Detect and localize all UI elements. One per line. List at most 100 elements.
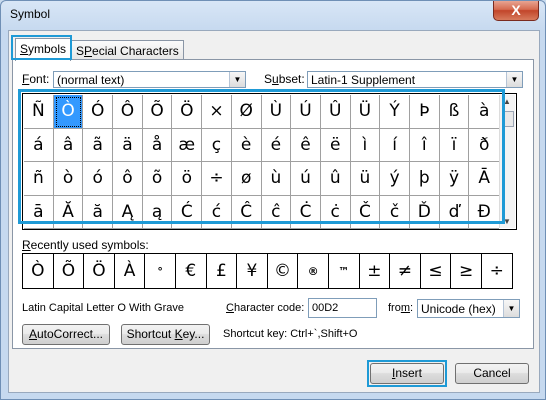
insert-label: nsert <box>395 366 423 380</box>
symbol-cell[interactable]: ê <box>291 128 321 162</box>
close-button[interactable]: X <box>493 1 539 21</box>
symbol-cell[interactable]: ð <box>469 129 499 162</box>
symbol-cell[interactable]: õ <box>142 162 173 196</box>
symbol-cell[interactable]: Ā <box>469 162 499 196</box>
recent-symbol-cell[interactable]: ± <box>360 254 391 288</box>
symbol-cell[interactable]: Ċ <box>291 195 321 229</box>
symbol-cell[interactable]: Ú <box>291 95 321 129</box>
symbol-cell[interactable]: Č <box>350 195 381 229</box>
font-select[interactable]: (normal text) ▼ <box>53 71 246 88</box>
symbol-cell[interactable]: ø <box>231 162 262 196</box>
symbol-cell[interactable]: Û <box>320 95 351 129</box>
scroll-thumb[interactable] <box>502 111 514 127</box>
symbol-cell[interactable]: Ô <box>113 95 143 129</box>
symbol-cell[interactable]: î <box>409 128 440 162</box>
chevron-down-icon[interactable]: ▼ <box>503 300 519 317</box>
symbol-cell[interactable]: Ø <box>231 95 262 129</box>
symbol-cell[interactable]: ã <box>83 128 114 162</box>
recent-symbol-cell[interactable]: ≠ <box>390 254 421 288</box>
recent-symbol-cell[interactable]: ≥ <box>451 254 482 288</box>
symbol-cell[interactable]: ë <box>320 128 351 162</box>
symbol-cell[interactable]: û <box>320 162 351 196</box>
symbol-cell[interactable]: ÿ <box>439 162 470 196</box>
symbol-cell[interactable]: Ą <box>113 195 143 229</box>
symbol-cell[interactable]: ô <box>113 162 143 196</box>
symbol-cell[interactable]: ă <box>83 195 114 229</box>
recent-symbol-cell[interactable]: ÷ <box>482 254 513 288</box>
symbol-cell[interactable]: ß <box>439 95 470 129</box>
chevron-down-icon[interactable]: ▼ <box>229 72 245 87</box>
symbol-cell[interactable]: Đ <box>469 196 499 229</box>
symbol-cell[interactable]: ï <box>439 128 470 162</box>
cancel-button[interactable]: Cancel <box>455 363 529 384</box>
symbol-cell[interactable]: ä <box>113 128 143 162</box>
recent-symbol-cell[interactable]: ™ <box>329 254 360 288</box>
symbol-cell[interactable]: ç <box>202 128 232 162</box>
symbol-cell[interactable]: ü <box>350 162 381 196</box>
symbol-cell[interactable]: è <box>231 128 262 162</box>
from-select[interactable]: Unicode (hex) ▼ <box>417 299 520 318</box>
symbol-cell[interactable]: Þ <box>409 95 440 129</box>
symbol-cell[interactable]: č <box>380 195 410 229</box>
symbol-cell[interactable]: ñ <box>24 162 54 196</box>
shortcut-btn-pre: Shortcut <box>126 327 175 341</box>
symbol-cell[interactable]: á <box>24 128 54 162</box>
symbol-cell[interactable]: ý <box>380 162 410 196</box>
scroll-up-icon[interactable]: ▲ <box>503 97 511 106</box>
symbol-cell[interactable]: × <box>202 95 232 129</box>
symbol-cell[interactable]: Ý <box>380 95 410 129</box>
recent-symbol-cell[interactable]: ≤ <box>421 254 452 288</box>
symbol-cell[interactable]: Ć <box>172 195 203 229</box>
recent-symbol-cell[interactable]: © <box>268 254 299 288</box>
character-code-input[interactable]: 00D2 <box>308 298 377 318</box>
symbol-cell[interactable]: ć <box>202 195 232 229</box>
symbol-cell[interactable]: Ĉ <box>231 195 262 229</box>
symbol-cell[interactable]: ā <box>24 195 54 229</box>
recent-symbol-cell[interactable]: ° <box>145 254 176 288</box>
scroll-down-icon[interactable]: ▼ <box>503 217 511 226</box>
symbol-cell[interactable]: Ă <box>53 195 84 229</box>
recent-symbol-cell[interactable]: € <box>176 254 207 288</box>
symbol-cell[interactable]: ö <box>172 162 203 196</box>
symbol-cell[interactable]: í <box>380 128 410 162</box>
symbol-cell[interactable]: Ö <box>172 95 203 129</box>
recent-symbol-cell[interactable]: ® <box>298 254 329 288</box>
symbol-cell[interactable]: Ù <box>261 95 292 129</box>
subset-select[interactable]: Latin-1 Supplement ▼ <box>307 71 523 88</box>
recent-symbol-cell[interactable]: À <box>115 254 146 288</box>
symbol-cell[interactable]: Ü <box>350 95 381 129</box>
symbol-cell[interactable]: Õ <box>142 95 173 129</box>
symbol-cell[interactable]: â <box>53 128 84 162</box>
symbol-cell[interactable]: ą <box>142 195 173 229</box>
symbol-cell[interactable]: ÷ <box>202 162 232 196</box>
symbol-cell[interactable]: ď <box>439 195 470 229</box>
symbol-cell[interactable]: ú <box>291 162 321 196</box>
symbol-cell[interactable]: þ <box>409 162 440 196</box>
symbol-cell[interactable]: å <box>142 128 173 162</box>
recent-symbol-cell[interactable]: £ <box>207 254 238 288</box>
symbol-cell[interactable]: ĉ <box>261 195 292 229</box>
symbol-cell[interactable]: ù <box>261 162 292 196</box>
symbol-cell[interactable]: ó <box>83 162 114 196</box>
chevron-down-icon[interactable]: ▼ <box>506 72 522 87</box>
recent-symbol-cell[interactable]: Ö <box>84 254 115 288</box>
symbol-cell[interactable]: æ <box>172 128 203 162</box>
symbol-cell[interactable]: ò <box>53 162 84 196</box>
symbol-cell[interactable]: Ò <box>53 95 84 129</box>
symbol-cell[interactable]: Ď <box>409 195 440 229</box>
symbol-cell[interactable]: ċ <box>320 195 351 229</box>
insert-button[interactable]: Insert <box>370 363 444 384</box>
autocorrect-button[interactable]: AutoCorrect... <box>22 324 110 345</box>
shortcut-key-button[interactable]: Shortcut Key... <box>121 324 210 345</box>
recent-symbol-cell[interactable]: ¥ <box>237 254 268 288</box>
symbol-cell[interactable]: à <box>469 95 499 129</box>
symbol-cell[interactable]: ì <box>350 128 381 162</box>
symbol-cell[interactable]: Ó <box>83 95 114 129</box>
symbol-cell[interactable]: é <box>261 128 292 162</box>
symbol-cell[interactable]: Ñ <box>24 95 54 129</box>
recent-symbol-cell[interactable]: Õ <box>54 254 85 288</box>
symbol-grid-scrollbar[interactable]: ▲ ▼ <box>499 95 515 228</box>
tab-symbols[interactable]: Symbols <box>15 38 72 61</box>
recent-symbol-cell[interactable]: Ò <box>23 254 54 288</box>
recent-label-key: R <box>22 238 31 252</box>
